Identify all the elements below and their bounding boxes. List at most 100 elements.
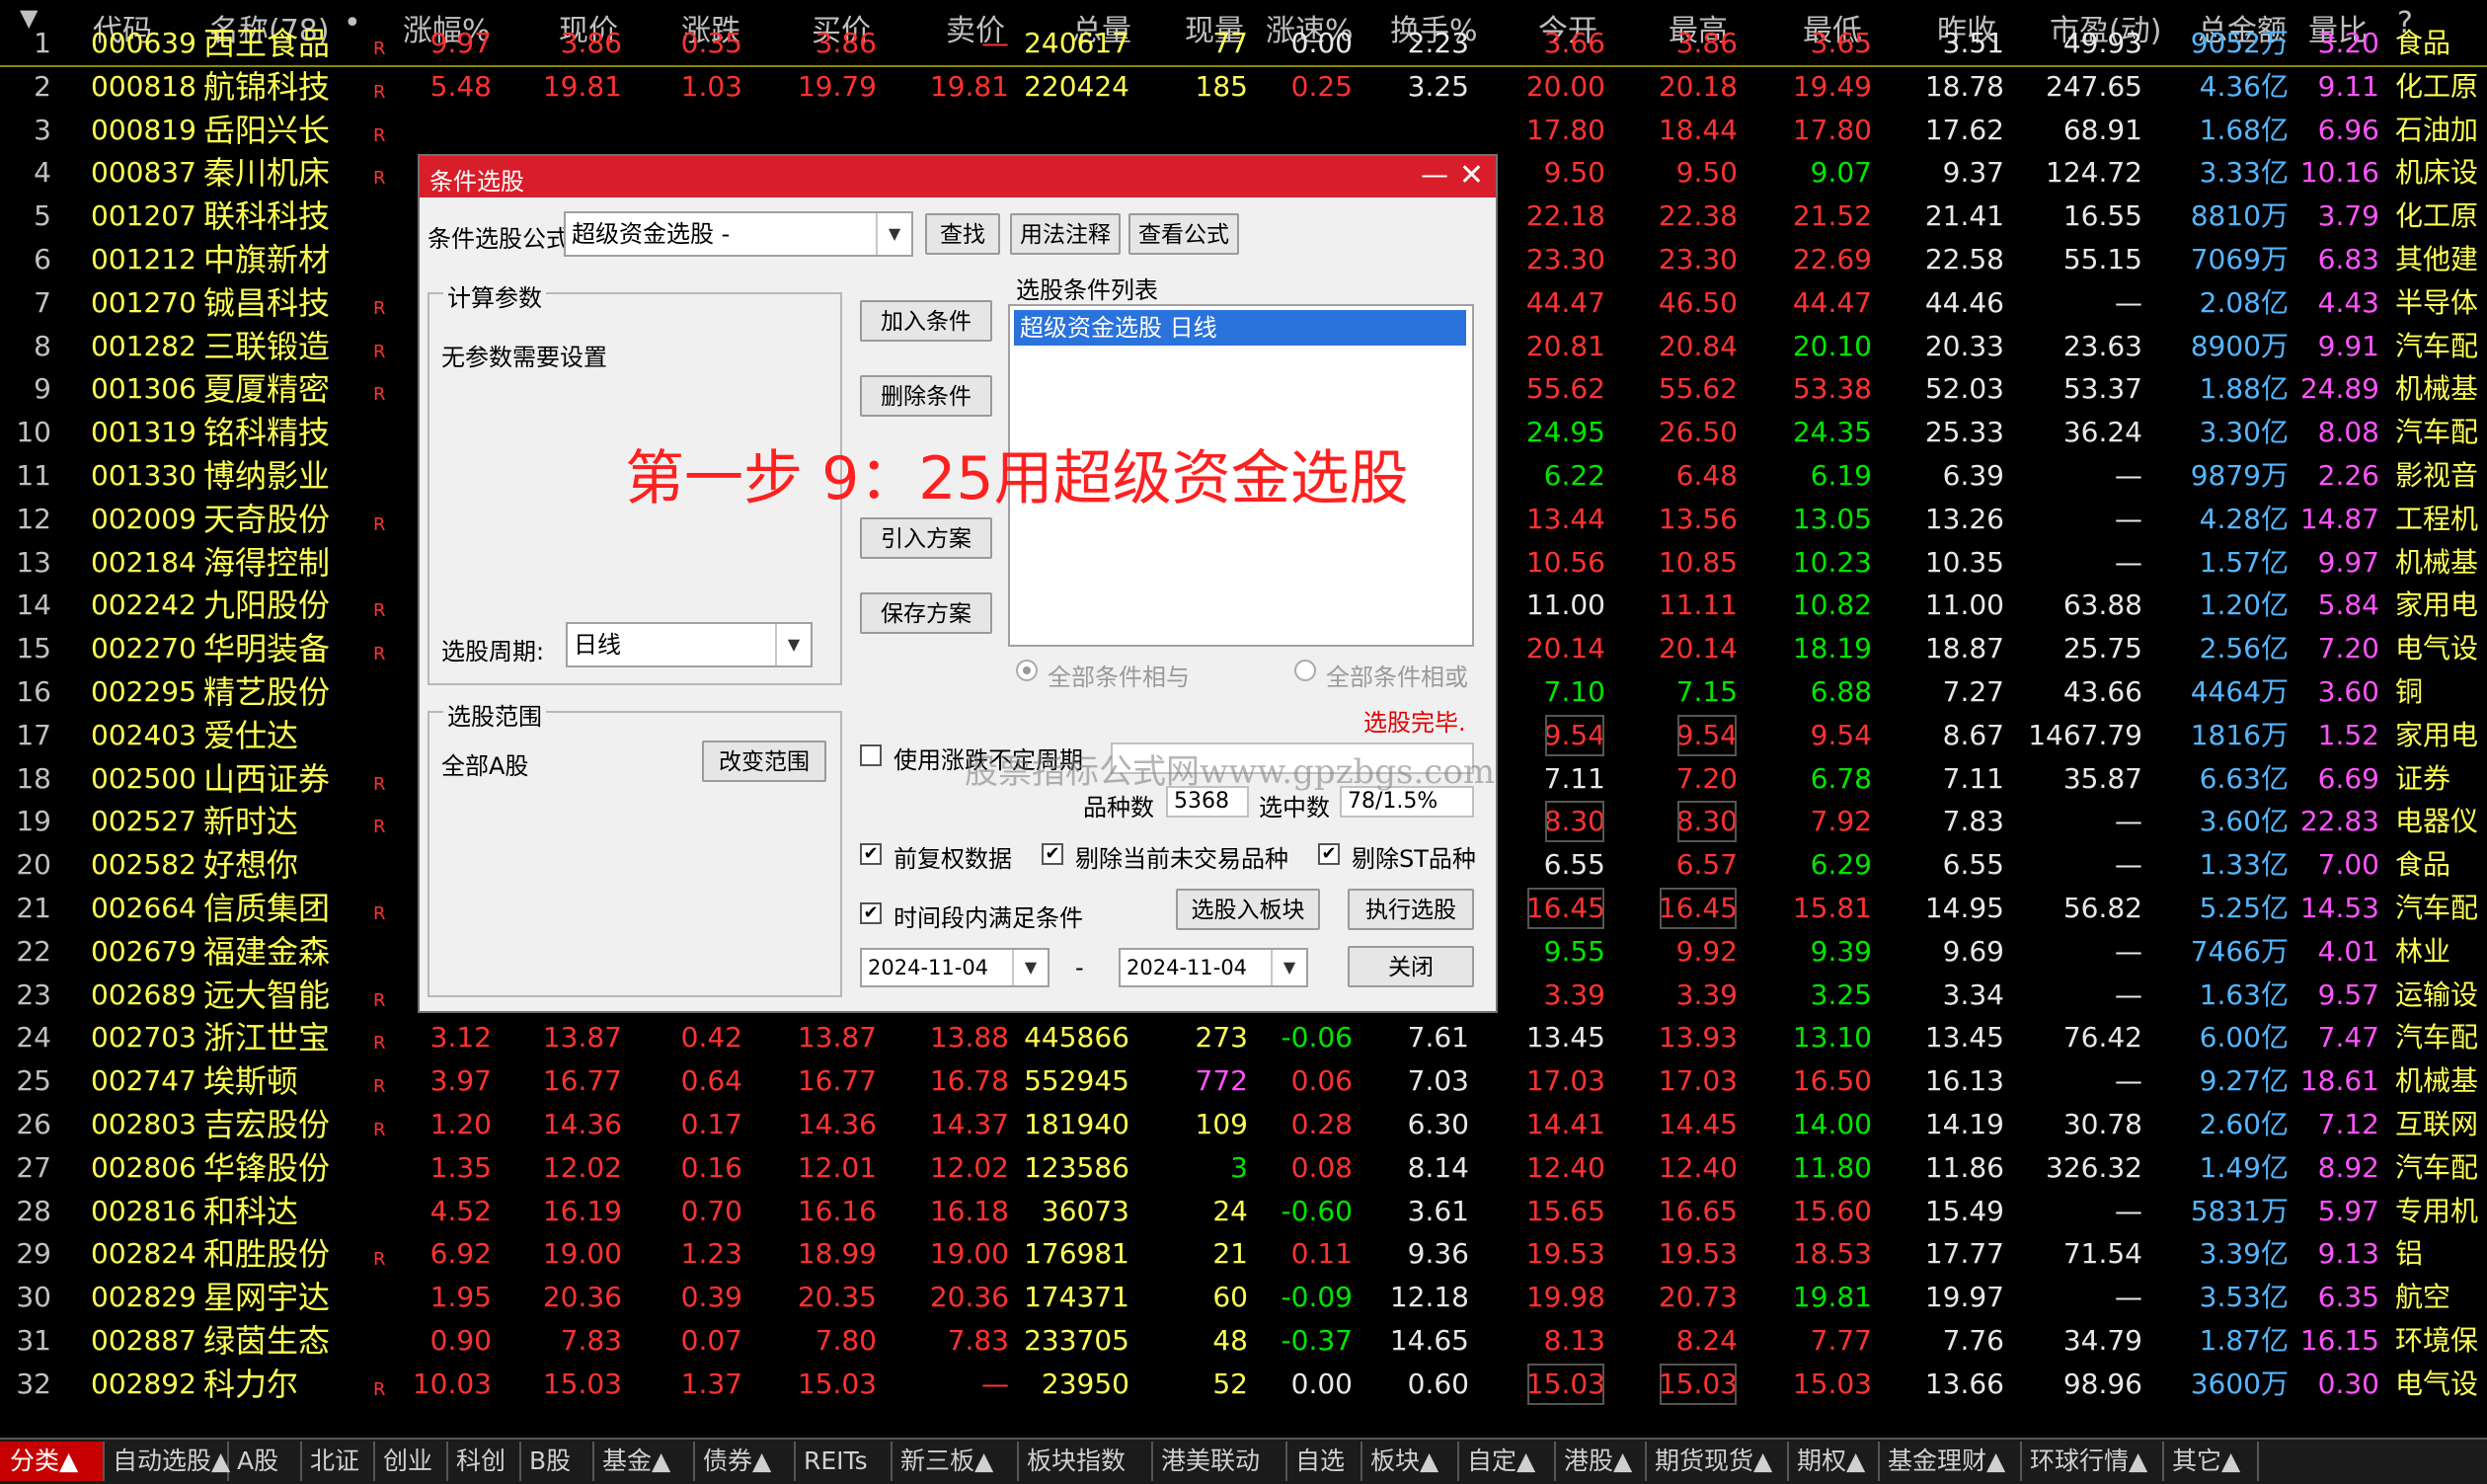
minimize-icon[interactable]: — bbox=[1421, 158, 1448, 191]
market-tab[interactable]: 债券▲ bbox=[693, 1442, 796, 1481]
chevron-down-icon[interactable]: ▼ bbox=[876, 213, 911, 255]
cell-vr: 6.35 bbox=[2317, 1281, 2379, 1314]
table-row[interactable]: 28 002816 和科达 4.52 16.19 0.70 16.16 16.18 36073 2… bbox=[0, 1190, 2487, 1233]
market-tab[interactable]: 新三板▲ bbox=[891, 1442, 1019, 1481]
cell-cur: 772 bbox=[1195, 1064, 1248, 1098]
market-tab[interactable]: 自选 bbox=[1285, 1442, 1362, 1481]
cell-open: 19.53 bbox=[1525, 1237, 1605, 1271]
market-tab[interactable]: 基金▲ bbox=[592, 1442, 695, 1481]
market-tab[interactable]: 自定▲ bbox=[1457, 1442, 1556, 1481]
table-row[interactable]: 26 002803 吉宏股份 R 1.20 14.36 0.17 14.36 14.37 1819… bbox=[0, 1103, 2487, 1146]
table-row[interactable]: 3 000819 岳阳兴长 R 17.80 18.44 17.80 17.62 68.91 1.6… bbox=[0, 109, 2487, 152]
date-to-select[interactable]: 2024-11-04 ▼ bbox=[1119, 948, 1308, 987]
selected-count-label: 选中数 bbox=[1259, 794, 1330, 821]
market-tab[interactable]: 板块▲ bbox=[1360, 1442, 1459, 1481]
save-scheme-button[interactable]: 保存方案 bbox=[860, 592, 992, 634]
cell-pe: 36.24 bbox=[2062, 416, 2142, 449]
stock-name: 中旗新材 bbox=[203, 241, 331, 278]
chevron-down-icon[interactable]: ▼ bbox=[1271, 950, 1306, 985]
row-index: 16 bbox=[16, 675, 51, 708]
cell-vr: 14.87 bbox=[2299, 502, 2379, 535]
formula-select[interactable]: 超级资金选股 - ▼ bbox=[564, 211, 913, 257]
use-period-checkbox[interactable] bbox=[860, 744, 882, 766]
market-tab[interactable]: 基金理财▲ bbox=[1878, 1442, 2022, 1481]
table-row[interactable]: 1 000639 西王食品 R 9.97 3.86 0.35 3.86—240617 77 0.0… bbox=[0, 22, 2487, 67]
forward-adjust-checkbox[interactable]: ✔ bbox=[860, 843, 882, 865]
date-from-select[interactable]: 2024-11-04 ▼ bbox=[860, 948, 1049, 987]
find-button[interactable]: 查找 bbox=[925, 213, 1000, 255]
condition-list-item[interactable]: 超级资金选股 日线 bbox=[1014, 310, 1466, 346]
cell-vr: 9.13 bbox=[2317, 1237, 2379, 1271]
market-tab[interactable]: REITs bbox=[794, 1442, 893, 1481]
market-tab[interactable]: 科创 bbox=[446, 1442, 521, 1481]
table-row[interactable]: 25 002747 埃斯顿 R 3.97 16.77 0.64 16.77 16.78 55294… bbox=[0, 1059, 2487, 1103]
cell-turn: 8.14 bbox=[1407, 1150, 1469, 1184]
market-tab[interactable]: 期货现货▲ bbox=[1645, 1442, 1789, 1481]
status-done-text: 选股完毕. bbox=[1363, 709, 1466, 737]
market-tab[interactable]: A股 bbox=[227, 1442, 302, 1481]
table-row[interactable]: 24 002703 浙江世宝 R 3.12 13.87 0.42 13.87 13.88 4458… bbox=[0, 1016, 2487, 1059]
import-scheme-button[interactable]: 引入方案 bbox=[860, 517, 992, 559]
market-tab[interactable]: 创业 bbox=[373, 1442, 448, 1481]
close-button[interactable]: 关闭 bbox=[1348, 946, 1474, 987]
cell-amt: 3600万 bbox=[2190, 1367, 2289, 1400]
market-tab[interactable]: 其它▲ bbox=[2162, 1442, 2259, 1481]
view-formula-button[interactable]: 查看公式 bbox=[1128, 213, 1239, 255]
market-tab[interactable]: 分类▲ bbox=[0, 1442, 105, 1481]
stock-code: 002887 bbox=[91, 1324, 196, 1357]
cell-prev: 17.77 bbox=[1924, 1237, 2004, 1271]
cell-industry: 汽车配 bbox=[2395, 416, 2479, 449]
formula-select-value: 超级资金选股 - bbox=[572, 220, 731, 248]
market-tab[interactable]: 期权▲ bbox=[1787, 1442, 1880, 1481]
table-row[interactable]: 27 002806 华锋股份 1.35 12.02 0.16 12.01 12.02 12358… bbox=[0, 1146, 2487, 1190]
cell-chg: 0.70 bbox=[680, 1194, 742, 1227]
stock-name: 九阳股份 bbox=[203, 586, 331, 625]
market-tab[interactable]: 港股▲ bbox=[1554, 1442, 1647, 1481]
cell-prev: 22.58 bbox=[1924, 243, 2004, 275]
cell-prev: 44.46 bbox=[1924, 285, 2004, 319]
stock-code: 002242 bbox=[91, 588, 196, 622]
execute-select-button[interactable]: 执行选股 bbox=[1348, 889, 1474, 930]
cell-amt: 1.68亿 bbox=[2199, 113, 2289, 146]
exclude-untraded-checkbox[interactable]: ✔ bbox=[1042, 843, 1063, 865]
stock-name: 铭科精技 bbox=[203, 414, 331, 452]
chevron-down-icon[interactable]: ▼ bbox=[1012, 950, 1048, 985]
add-condition-button[interactable]: 加入条件 bbox=[860, 300, 992, 342]
stock-name: 岳阳兴长 bbox=[203, 111, 331, 149]
market-tab[interactable]: 环球行情▲ bbox=[2020, 1442, 2164, 1481]
radio-all-or[interactable] bbox=[1294, 660, 1316, 681]
market-tab[interactable]: 北证 bbox=[300, 1442, 375, 1481]
chevron-down-icon[interactable]: ▼ bbox=[775, 624, 811, 665]
time-range-checkbox[interactable]: ✔ bbox=[860, 902, 882, 924]
row-index: 6 bbox=[34, 243, 51, 275]
exclude-st-checkbox[interactable]: ✔ bbox=[1318, 843, 1340, 865]
table-row[interactable]: 31 002887 绿茵生态 0.90 7.83 0.07 7.80 7.83 233705 48… bbox=[0, 1319, 2487, 1363]
delete-condition-button[interactable]: 删除条件 bbox=[860, 375, 992, 417]
market-tab[interactable]: B股 bbox=[519, 1442, 594, 1481]
cell-amt: 1.33亿 bbox=[2199, 848, 2289, 882]
table-row[interactable]: 32 002892 科力尔 R 10.03 15.03 1.37 15.03 — 23950 52 0… bbox=[0, 1363, 2487, 1406]
usage-notes-button[interactable]: 用法注释 bbox=[1010, 213, 1121, 255]
market-tab[interactable]: 港美联动 bbox=[1151, 1442, 1287, 1481]
table-row[interactable]: 30 002829 星网宇达 1.95 20.36 0.39 20.35 20.36 17437… bbox=[0, 1276, 2487, 1319]
condition-list-label: 选股条件列表 bbox=[1016, 276, 1158, 304]
radio-all-and[interactable] bbox=[1016, 660, 1038, 681]
market-tab[interactable]: 自动选股▲ bbox=[103, 1442, 230, 1481]
cell-price: 20.36 bbox=[542, 1281, 622, 1314]
dialog-titlebar[interactable]: 条件选股 — ✕ bbox=[420, 156, 1496, 197]
period-select[interactable]: 日线 ▼ bbox=[566, 622, 813, 667]
cell-prev: 3.34 bbox=[1942, 977, 2004, 1011]
close-icon[interactable]: ✕ bbox=[1459, 158, 1484, 193]
select-to-block-button[interactable]: 选股入板块 bbox=[1176, 889, 1320, 930]
cell-vr: 14.53 bbox=[2299, 892, 2379, 924]
stock-code: 001270 bbox=[91, 285, 196, 319]
change-range-button[interactable]: 改变范围 bbox=[702, 741, 826, 782]
exclude-st-label: 剔除ST品种 bbox=[1352, 845, 1476, 873]
cell-vr: 7.12 bbox=[2317, 1108, 2379, 1140]
market-tab[interactable]: 板块指数 bbox=[1017, 1442, 1153, 1481]
cell-open: 9.55 bbox=[1543, 934, 1605, 968]
cell-amt: 9.27亿 bbox=[2199, 1064, 2289, 1098]
table-row[interactable]: 2 000818 航锦科技 R 5.48 19.81 1.03 19.79 19.81 22042… bbox=[0, 65, 2487, 109]
table-row[interactable]: 29 002824 和胜股份 R 6.92 19.00 1.23 18.99 19.00 1769… bbox=[0, 1232, 2487, 1276]
cell-bid: 14.36 bbox=[797, 1108, 877, 1140]
